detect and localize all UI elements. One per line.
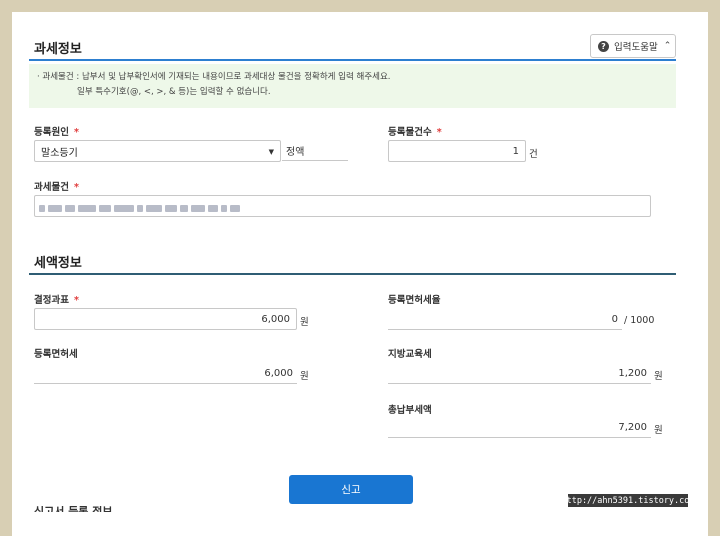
notice-line-1: · 과세물건 : 납부서 및 납부확인서에 기재되는 내용이므로 과세대상 물건… (37, 72, 391, 82)
exemption-rate-field: 0 (388, 310, 622, 330)
tax-base-label: 결정과표 * (34, 295, 79, 306)
section-title-tax-amount: 세액정보 (34, 256, 82, 271)
reg-count-label: 등록물건수 * (388, 127, 442, 138)
reg-count-input[interactable]: 1 (388, 140, 526, 162)
reg-cause-label: 등록원인 * (34, 127, 79, 138)
license-tax-field: 6,000 (34, 364, 297, 384)
section-divider (29, 273, 676, 275)
help-button[interactable]: ? 입력도움말 ⌃ (590, 34, 676, 58)
tax-base-input[interactable]: 6,000 (34, 308, 297, 330)
required-mark: * (73, 182, 79, 193)
tax-object-label: 과세물건 * (34, 182, 79, 193)
exemption-rate-unit: / 1000 (624, 315, 655, 326)
fixed-amount-field: 정액 (282, 141, 348, 161)
total-tax-label: 총납부세액 (388, 405, 432, 416)
total-tax-unit: 원 (654, 425, 663, 436)
help-button-label: 입력도움말 (614, 42, 658, 53)
notice-line-2: 일부 특수기호(@, <, >, & 등)는 입력할 수 없습니다. (77, 87, 271, 97)
local-edu-tax-label: 지방교육세 (388, 349, 432, 360)
required-mark: * (73, 127, 79, 138)
exemption-rate-label: 등록면허세율 (388, 295, 441, 306)
watermark: http://ahn5391.tistory.com (561, 494, 695, 507)
dropdown-arrow-icon: ▼ (268, 148, 274, 156)
reg-cause-select[interactable]: 말소등기 ▼ (34, 140, 281, 162)
required-mark: * (436, 127, 442, 138)
reg-cause-value: 말소등기 (41, 147, 78, 159)
question-icon: ? (598, 40, 609, 52)
total-tax-field: 7,200 (388, 418, 651, 438)
required-mark: * (73, 295, 79, 306)
reg-count-unit: 건 (529, 149, 538, 160)
notice-box: · 과세물건 : 납부서 및 납부확인서에 기재되는 내용이므로 과세대상 물건… (29, 64, 676, 108)
section-title-next: 신고서 등록 정보 (34, 506, 113, 512)
license-tax-label: 등록면허세 (34, 349, 78, 360)
fixed-amount-label: 정액 (286, 147, 305, 158)
form-panel: 과세정보 ? 입력도움말 ⌃ · 과세물건 : 납부서 및 납부확인서에 기재되… (12, 12, 708, 536)
submit-button[interactable]: 신고 (289, 475, 413, 504)
section-divider (29, 59, 676, 61)
redacted-text (39, 203, 240, 213)
license-tax-unit: 원 (300, 371, 309, 382)
local-edu-tax-unit: 원 (654, 371, 663, 382)
tax-base-unit: 원 (300, 317, 309, 328)
section-title-tax-info: 과세정보 (34, 42, 82, 57)
local-edu-tax-field: 1,200 (388, 364, 651, 384)
chevron-up-icon: ⌃ (663, 41, 672, 51)
